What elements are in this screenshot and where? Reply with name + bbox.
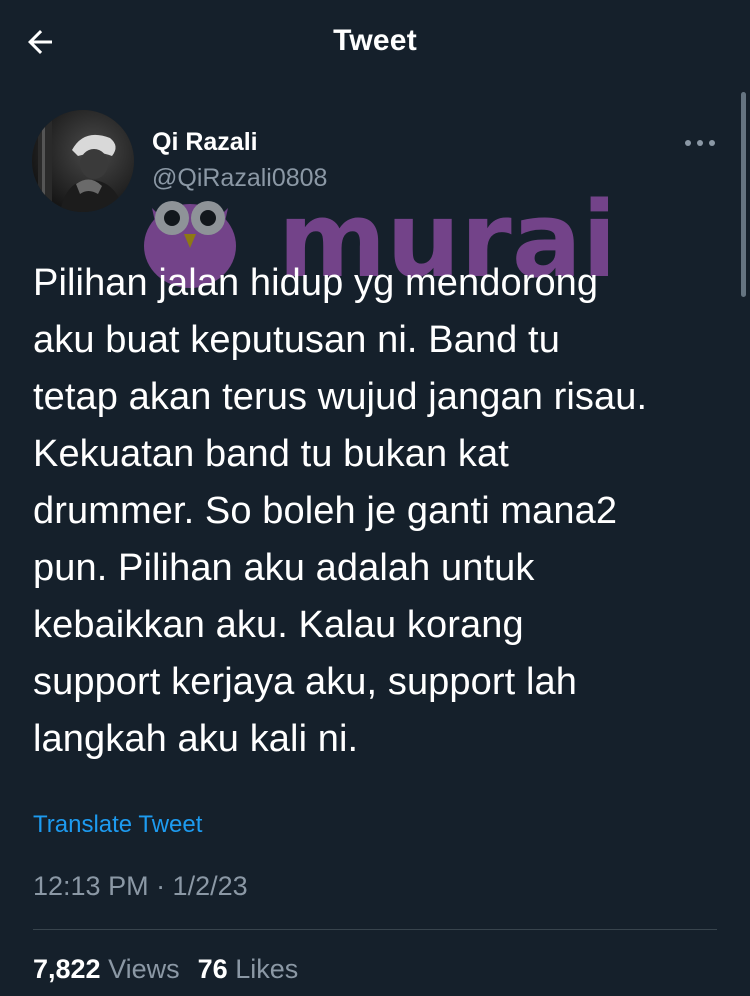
avatar[interactable] xyxy=(32,110,134,212)
more-options-button[interactable] xyxy=(680,128,720,158)
scrollbar[interactable] xyxy=(741,92,746,297)
divider xyxy=(33,929,717,930)
views-count: 7,822 xyxy=(33,954,101,984)
top-app-bar: Tweet xyxy=(0,0,750,84)
views-label: Views xyxy=(108,954,180,984)
author-handle[interactable]: @QiRazali0808 xyxy=(152,164,327,193)
tweet-stats: 7,822 Views 76 Likes xyxy=(33,954,298,985)
avatar-photo xyxy=(32,110,134,212)
views-stat[interactable]: 7,822 Views xyxy=(33,954,180,984)
likes-label: Likes xyxy=(235,954,299,984)
likes-stat[interactable]: 76 Likes xyxy=(198,954,299,984)
tweet-body-text: Pilihan jalan hidup yg mendorong aku bua… xyxy=(33,262,648,760)
more-horizontal-icon xyxy=(685,140,715,146)
tweet-timestamp[interactable]: 12:13 PM · 1/2/23 xyxy=(33,871,248,902)
translate-tweet-link[interactable]: Translate Tweet xyxy=(33,811,202,839)
likes-count: 76 xyxy=(197,954,228,984)
page-title: Tweet xyxy=(333,24,417,57)
author-display-name[interactable]: Qi Razali xyxy=(152,128,258,157)
